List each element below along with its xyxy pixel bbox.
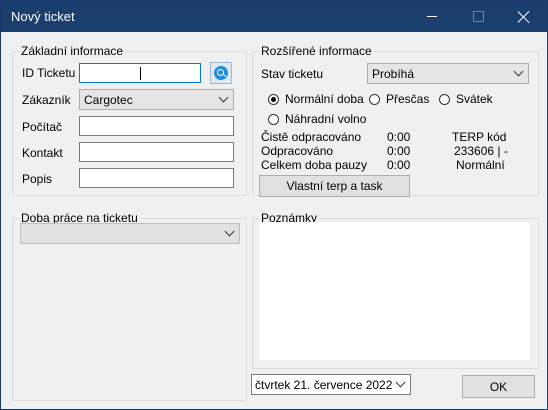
chevron-down-icon <box>395 377 406 388</box>
ticket-status-label: Stav ticketu <box>261 67 324 81</box>
terp-code-value: 233606 | - <box>454 144 508 158</box>
contact-input[interactable] <box>79 142 234 162</box>
radio-normal-time[interactable]: Normální doba <box>268 92 364 106</box>
radio-overtime-label: Přesčas <box>386 92 430 106</box>
minimize-icon <box>427 16 437 17</box>
contact-label: Kontakt <box>22 146 63 160</box>
date-picker[interactable]: čtvrtek 21. července 2022 <box>251 374 411 395</box>
title-bar[interactable]: Nový ticket <box>1 1 547 32</box>
ticket-status-select[interactable]: Probíhá <box>367 63 529 84</box>
clean-worked-value: 0:00 <box>387 130 411 144</box>
ticket-status-value: Probíhá <box>372 67 415 81</box>
search-icon <box>214 66 228 80</box>
window-title: Nový ticket <box>11 9 75 24</box>
close-icon <box>518 11 530 23</box>
computer-input[interactable] <box>79 116 234 136</box>
description-label: Popis <box>22 172 53 186</box>
pause-value: 0:00 <box>387 158 411 172</box>
radio-substitute[interactable]: Náhradní volno <box>268 112 366 126</box>
customer-value: Cargotec <box>84 93 133 107</box>
radio-normal-label: Normální doba <box>285 92 364 106</box>
description-input[interactable] <box>79 168 234 188</box>
customer-select[interactable]: Cargotec <box>79 89 234 110</box>
maximize-button <box>455 1 501 32</box>
worked-value: 0:00 <box>387 144 411 158</box>
pause-label: Celkem doba pauzy <box>261 158 368 172</box>
radio-dot <box>268 93 279 105</box>
maximize-icon <box>472 11 484 22</box>
chevron-down-icon <box>218 92 229 103</box>
ok-button[interactable]: OK <box>462 375 535 398</box>
radio-dot <box>369 93 380 105</box>
radio-holiday-label: Svátek <box>456 92 493 106</box>
new-ticket-window: Nový ticket Základní informace ID Ticket… <box>0 0 548 410</box>
radio-substitute-label: Náhradní volno <box>285 112 367 126</box>
custom-terp-button[interactable]: Vlastní terp a task <box>259 175 410 197</box>
text-caret <box>140 67 141 80</box>
notes-textarea[interactable] <box>259 222 530 360</box>
radio-holiday[interactable]: Svátek <box>439 92 493 106</box>
customer-label: Zákazník <box>22 93 71 107</box>
radio-overtime[interactable]: Přesčas <box>369 92 429 106</box>
work-time-select[interactable] <box>20 223 240 244</box>
ticket-id-label: ID Ticketu <box>22 66 76 80</box>
date-value: čtvrtek 21. července 2022 <box>255 378 393 392</box>
search-button[interactable] <box>210 62 232 84</box>
computer-label: Počítač <box>22 120 63 134</box>
clean-worked-label: Čistě odpracováno <box>261 130 362 144</box>
terp-type-value: Normální <box>456 158 505 172</box>
worked-label: Odpracováno <box>261 144 334 158</box>
chevron-down-icon <box>224 226 235 237</box>
minimize-button[interactable] <box>409 1 455 32</box>
chevron-down-icon <box>513 66 524 77</box>
radio-dot <box>439 93 450 105</box>
ticket-id-input[interactable] <box>79 63 201 83</box>
basic-info-legend: Základní informace <box>21 44 124 58</box>
close-button[interactable] <box>501 1 547 32</box>
extended-info-legend: Rozšířené informace <box>261 44 372 58</box>
terp-label: TERP kód <box>452 130 507 144</box>
radio-dot <box>268 113 279 125</box>
